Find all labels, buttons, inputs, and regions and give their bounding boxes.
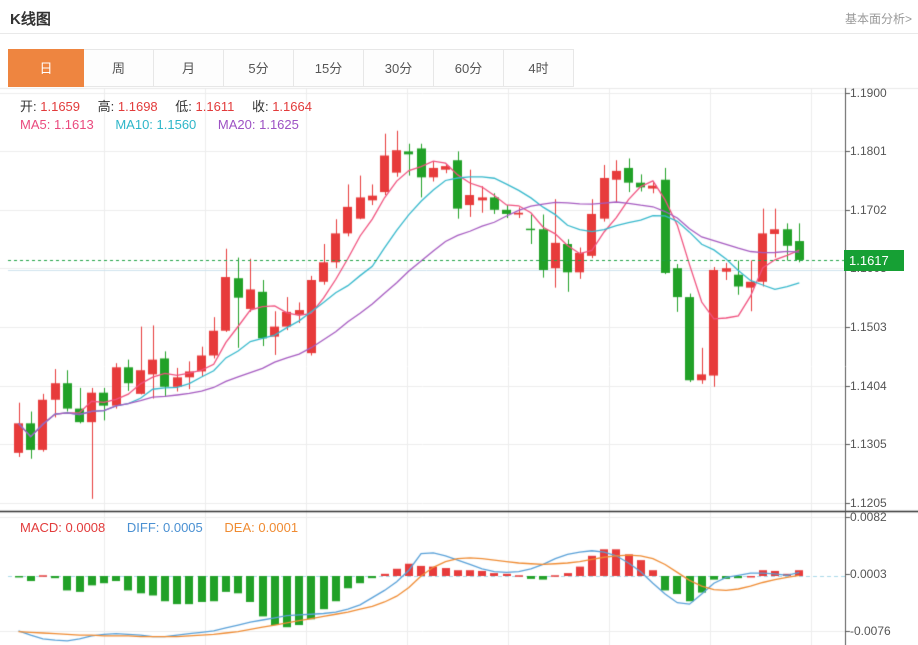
axis-tick-label: 1.1702 bbox=[850, 203, 887, 217]
kline-widget: K线图 基本面分析> 日周月5分15分30分60分4时 开: 1.1659 高:… bbox=[0, 0, 918, 645]
axis-tick-label: 0.0003 bbox=[850, 567, 887, 581]
axis-tick-label: 1.1801 bbox=[850, 144, 887, 158]
ma20-readout: MA20: 1.1625 bbox=[218, 117, 299, 132]
ma5-readout: MA5: 1.1613 bbox=[20, 117, 94, 132]
axis-tick-label: 1.1503 bbox=[850, 320, 887, 334]
axis-tick-label: 1.1900 bbox=[850, 86, 887, 100]
ma10-readout: MA10: 1.1560 bbox=[115, 117, 196, 132]
low-label: 低: bbox=[175, 99, 192, 114]
axis-tick-label: 0.0082 bbox=[850, 510, 887, 524]
close-label: 收: bbox=[252, 99, 269, 114]
low-value: 1.1611 bbox=[196, 99, 235, 114]
ohlc-readout: 开: 1.1659 高: 1.1698 低: 1.1611 收: 1.1664 bbox=[20, 96, 326, 115]
open-label: 开: bbox=[20, 99, 37, 114]
axis-tick-label: -0.0076 bbox=[850, 624, 891, 638]
high-value: 1.1698 bbox=[118, 99, 158, 114]
axis-tick-label: 1.1404 bbox=[850, 379, 887, 393]
high-label: 高: bbox=[98, 99, 115, 114]
axis-tick-label: 1.1205 bbox=[850, 496, 887, 510]
axis-tick-label: 1.1305 bbox=[850, 437, 887, 451]
close-value: 1.1664 bbox=[272, 99, 312, 114]
macd-readout: MACD: 0.0008 DIFF: 0.0005 DEA: 0.0001 bbox=[20, 520, 298, 535]
diff-value: DIFF: 0.0005 bbox=[127, 520, 203, 535]
current-price-badge: 1.1617 bbox=[844, 250, 904, 271]
macd-value: MACD: 0.0008 bbox=[20, 520, 105, 535]
open-value: 1.1659 bbox=[40, 99, 80, 114]
dea-value: DEA: 0.0001 bbox=[224, 520, 298, 535]
ma-readout: MA5: 1.1613 MA10: 1.1560 MA20: 1.1625 bbox=[20, 117, 299, 132]
